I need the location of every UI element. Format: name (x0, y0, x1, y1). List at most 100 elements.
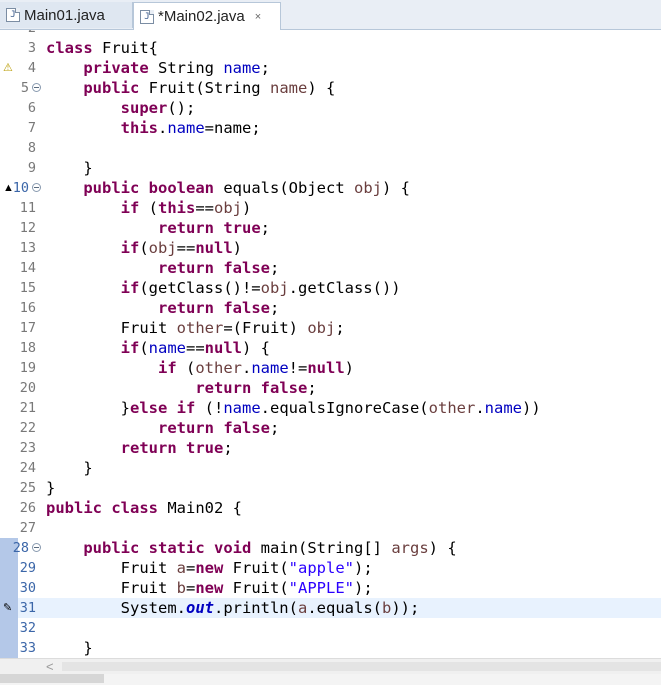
scrollbar-thumb[interactable] (62, 662, 661, 671)
line-gutter[interactable]: ✎ 31 (0, 598, 42, 618)
line-gutter[interactable]: 23 (0, 438, 42, 458)
line-gutter[interactable]: 25 (0, 478, 42, 498)
code-line[interactable]: ▲ 10 public boolean equals(Object obj) { (0, 178, 661, 198)
line-gutter[interactable]: 20 (0, 378, 42, 398)
bottom-panel-edge (0, 674, 661, 685)
line-gutter[interactable]: 18 (0, 338, 42, 358)
fold-collapse-icon[interactable] (32, 183, 41, 192)
code-line[interactable]: 22 return false; (0, 418, 661, 438)
line-number: 29 (19, 560, 36, 576)
fold-collapse-icon[interactable] (32, 83, 41, 92)
line-gutter[interactable]: 6 (0, 98, 42, 118)
code-text: public static void main(String[] args) { (83, 539, 457, 557)
code-line[interactable]: 19 if (other.name!=null) (0, 358, 661, 378)
horizontal-scrollbar[interactable]: < (0, 658, 661, 674)
line-number: 33 (19, 640, 36, 656)
code-line[interactable]: 13 if(obj==null) (0, 238, 661, 258)
line-number: 15 (19, 280, 36, 296)
line-gutter[interactable]: 8 (0, 138, 42, 158)
code-line[interactable]: 16 return false; (0, 298, 661, 318)
code-line[interactable]: 11 if (this==obj) (0, 198, 661, 218)
scroll-left-icon[interactable]: < (46, 659, 54, 674)
line-gutter[interactable]: ▲ 10 (0, 178, 42, 198)
close-icon[interactable]: × (255, 11, 261, 23)
line-number: 21 (19, 400, 36, 416)
line-number: 22 (19, 420, 36, 436)
line-gutter[interactable]: 3 (0, 38, 42, 58)
code-line[interactable]: 26 public class Main02 { (0, 498, 661, 518)
edit-icon[interactable]: ✎ (3, 601, 12, 615)
fold-collapse-icon[interactable] (32, 543, 41, 552)
code-text: if(name==null) { (120, 339, 270, 357)
line-gutter[interactable]: 29 (0, 558, 42, 578)
line-gutter[interactable]: 22 (0, 418, 42, 438)
line-gutter[interactable]: 24 (0, 458, 42, 478)
line-number: 14 (19, 260, 36, 276)
code-line[interactable]: 7 this.name=name; (0, 118, 661, 138)
code-line[interactable]: 15 if(getClass()!=obj.getClass()) (0, 278, 661, 298)
code-line[interactable]: 2 (0, 30, 661, 38)
warning-icon[interactable]: ⚠ (3, 61, 13, 75)
line-gutter[interactable]: 9 (0, 158, 42, 178)
code-text: return false; (157, 299, 280, 317)
line-gutter[interactable]: 2 (0, 30, 42, 38)
code-line[interactable]: 5 public Fruit(String name) { (0, 78, 661, 98)
line-gutter[interactable]: 15 (0, 278, 42, 298)
code-line[interactable]: 17 Fruit other=(Fruit) obj; (0, 318, 661, 338)
line-number: 2 (28, 30, 36, 38)
code-line[interactable]: 32 (0, 618, 661, 638)
code-line[interactable]: 21 }else if (!name.equalsIgnoreCase(othe… (0, 398, 661, 418)
line-gutter[interactable]: ⚠ 4 (0, 58, 42, 78)
line-gutter[interactable]: 32 (0, 618, 42, 638)
line-number: 9 (27, 160, 36, 176)
resize-handle[interactable] (0, 674, 104, 683)
tab-main01[interactable]: J Main01.java (0, 2, 133, 28)
line-gutter[interactable]: 14 (0, 258, 42, 278)
line-gutter[interactable]: 27 (0, 518, 42, 538)
line-gutter[interactable]: 28 (0, 538, 42, 558)
code-line[interactable]: 8 (0, 138, 661, 158)
line-gutter[interactable]: 11 (0, 198, 42, 218)
code-line[interactable]: 9 } (0, 158, 661, 178)
code-line[interactable]: 28 public static void main(String[] args… (0, 538, 661, 558)
line-gutter[interactable]: 26 (0, 498, 42, 518)
code-text: this.name=name; (120, 119, 261, 137)
line-number: 5 (20, 80, 29, 96)
line-gutter[interactable]: 13 (0, 238, 42, 258)
line-gutter[interactable]: 21 (0, 398, 42, 418)
code-line[interactable]: 27 (0, 518, 661, 538)
line-gutter[interactable]: 7 (0, 118, 42, 138)
code-line[interactable]: ⚠ 4 private String name; (0, 58, 661, 78)
line-number: 18 (19, 340, 36, 356)
line-gutter[interactable]: 12 (0, 218, 42, 238)
code-line[interactable]: 14 return false; (0, 258, 661, 278)
code-text: if(obj==null) (120, 239, 243, 257)
code-line[interactable]: 29 Fruit a=new Fruit("apple"); (0, 558, 661, 578)
code-text: Fruit other=(Fruit) obj; (46, 319, 345, 337)
code-line[interactable]: 6 super(); (0, 98, 661, 118)
line-gutter[interactable]: 5 (0, 78, 42, 98)
code-text: return false; (195, 379, 317, 397)
line-gutter[interactable]: 17 (0, 318, 42, 338)
line-number: 4 (27, 60, 36, 76)
line-gutter[interactable]: 33 (0, 638, 42, 658)
tab-main02[interactable]: J *Main02.java × (133, 2, 281, 30)
code-line[interactable]: 20 return false; (0, 378, 661, 398)
code-line[interactable]: 18 if(name==null) { (0, 338, 661, 358)
code-line[interactable]: 23 return true; (0, 438, 661, 458)
code-line[interactable]: 30 Fruit b=new Fruit("APPLE"); (0, 578, 661, 598)
code-line[interactable]: 3 class Fruit{ (0, 38, 661, 58)
code-line[interactable]: 33 } (0, 638, 661, 658)
tab-label: Main01.java (24, 6, 105, 24)
line-gutter[interactable]: 30 (0, 578, 42, 598)
code-editor[interactable]: 23class Fruit{⚠4 private String name;5 p… (0, 30, 661, 658)
code-line[interactable]: 24 } (0, 458, 661, 478)
code-line[interactable]: 12 return true; (0, 218, 661, 238)
java-file-icon: J (6, 8, 20, 22)
code-text: return false; (157, 259, 280, 277)
current-code-line[interactable]: ✎ 31 System.out.println(a.equals(b)); (0, 598, 661, 618)
line-gutter[interactable]: 16 (0, 298, 42, 318)
change-marker (0, 638, 18, 658)
line-gutter[interactable]: 19 (0, 358, 42, 378)
code-line[interactable]: 25} (0, 478, 661, 498)
